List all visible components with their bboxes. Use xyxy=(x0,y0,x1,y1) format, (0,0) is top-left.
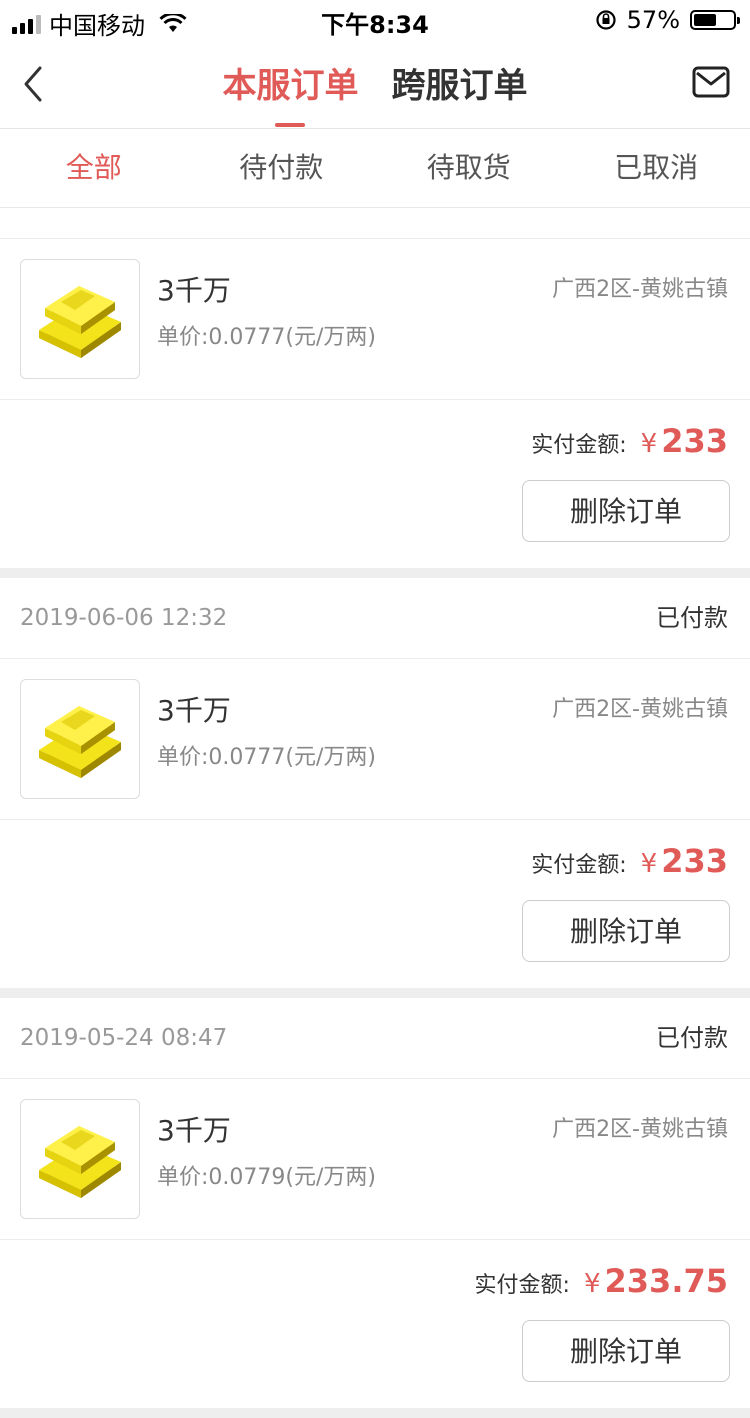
gold-bars-icon xyxy=(20,259,140,379)
goods-row[interactable]: 3千万 单价:0.0779(元/万两) 广西2区-黄姚古镇 xyxy=(0,1079,750,1240)
unit-price: 单价:0.0777(元/万两) xyxy=(157,739,376,771)
order-card: 2019-05-24 08:47 已付款 3千万 单价:0.0779(元/万两) xyxy=(0,998,750,1408)
status-right: 57% xyxy=(595,6,736,34)
status-filter-bar: 全部 待付款 待取货 已取消 xyxy=(0,129,750,208)
order-card: 2019-06-06 12:32 已付款 3千万 单价:0.0777(元/万两) xyxy=(0,578,750,988)
paid-amount: 实付金额: ¥ 233 xyxy=(531,842,728,880)
order-type-tabs: 本服订单 跨服订单 xyxy=(0,58,750,107)
rotation-lock-icon xyxy=(595,9,617,31)
paid-label: 实付金额: xyxy=(531,427,626,459)
order-footer: 实付金额: ¥ 233 删除订单 xyxy=(0,820,750,988)
server-region: 广西2区-黄姚古镇 xyxy=(552,1111,728,1143)
server-region: 广西2区-黄姚古镇 xyxy=(552,271,728,303)
goods-row[interactable]: 3千万 单价:0.0777(元/万两) 广西2区-黄姚古镇 xyxy=(0,239,750,400)
unit-price: 单价:0.0777(元/万两) xyxy=(157,319,376,351)
envelope-icon[interactable] xyxy=(692,66,730,98)
order-date: 2019-06-06 12:32 xyxy=(20,578,227,658)
currency-symbol: ¥ xyxy=(641,429,658,459)
paid-label: 实付金额: xyxy=(531,847,626,879)
unit-price: 单价:0.0779(元/万两) xyxy=(157,1159,376,1191)
server-region: 广西2区-黄姚古镇 xyxy=(552,691,728,723)
gold-bars-icon xyxy=(20,1099,140,1219)
order-status: 已付款 xyxy=(656,578,728,658)
goods-name: 3千万 xyxy=(157,269,231,309)
currency-symbol: ¥ xyxy=(641,849,658,879)
order-header: 2019-05-24 08:47 已付款 xyxy=(0,998,750,1079)
battery-icon xyxy=(690,10,736,30)
order-list: 3千万 单价:0.0777(元/万两) 广西2区-黄姚古镇 实付金额: ¥ 23… xyxy=(0,208,750,1418)
status-bar: 中国移动 下午8:34 57% xyxy=(0,0,750,40)
order-footer: 实付金额: ¥ 233 删除订单 xyxy=(0,400,750,568)
order-status: 已付款 xyxy=(656,998,728,1078)
tab-local-orders[interactable]: 本服订单 xyxy=(222,58,358,107)
gold-bars-icon xyxy=(20,679,140,799)
delete-order-button[interactable]: 删除订单 xyxy=(522,480,730,542)
paid-label: 实付金额: xyxy=(475,1267,570,1299)
goods-name: 3千万 xyxy=(157,1109,231,1149)
paid-amount: 实付金额: ¥ 233.75 xyxy=(475,1262,728,1300)
order-date: 2019-05-24 08:47 xyxy=(20,998,227,1078)
battery-percent: 57% xyxy=(627,6,680,34)
amount-value: 233 xyxy=(661,842,728,880)
filter-pending-payment[interactable]: 待付款 xyxy=(188,129,376,207)
tab-cross-server-orders[interactable]: 跨服订单 xyxy=(392,58,528,107)
order-header: 2019-06-06 12:32 已付款 xyxy=(0,578,750,659)
goods-name: 3千万 xyxy=(157,689,231,729)
amount-value: 233 xyxy=(661,422,728,460)
filter-cancelled[interactable]: 已取消 xyxy=(563,129,750,207)
paid-amount: 实付金额: ¥ 233 xyxy=(531,422,728,460)
order-footer: 实付金额: ¥ 233.75 删除订单 xyxy=(0,1240,750,1408)
nav-bar: 本服订单 跨服订单 xyxy=(0,40,750,129)
filter-all[interactable]: 全部 xyxy=(0,129,188,207)
order-card: 3千万 单价:0.0777(元/万两) 广西2区-黄姚古镇 实付金额: ¥ 23… xyxy=(0,208,750,568)
delete-order-button[interactable]: 删除订单 xyxy=(522,900,730,962)
goods-row[interactable]: 3千万 单价:0.0777(元/万两) 广西2区-黄姚古镇 xyxy=(0,659,750,820)
order-header xyxy=(0,208,750,239)
currency-symbol: ¥ xyxy=(584,1269,601,1299)
filter-pending-pickup[interactable]: 待取货 xyxy=(375,129,563,207)
delete-order-button[interactable]: 删除订单 xyxy=(522,1320,730,1382)
amount-value: 233.75 xyxy=(605,1262,728,1300)
